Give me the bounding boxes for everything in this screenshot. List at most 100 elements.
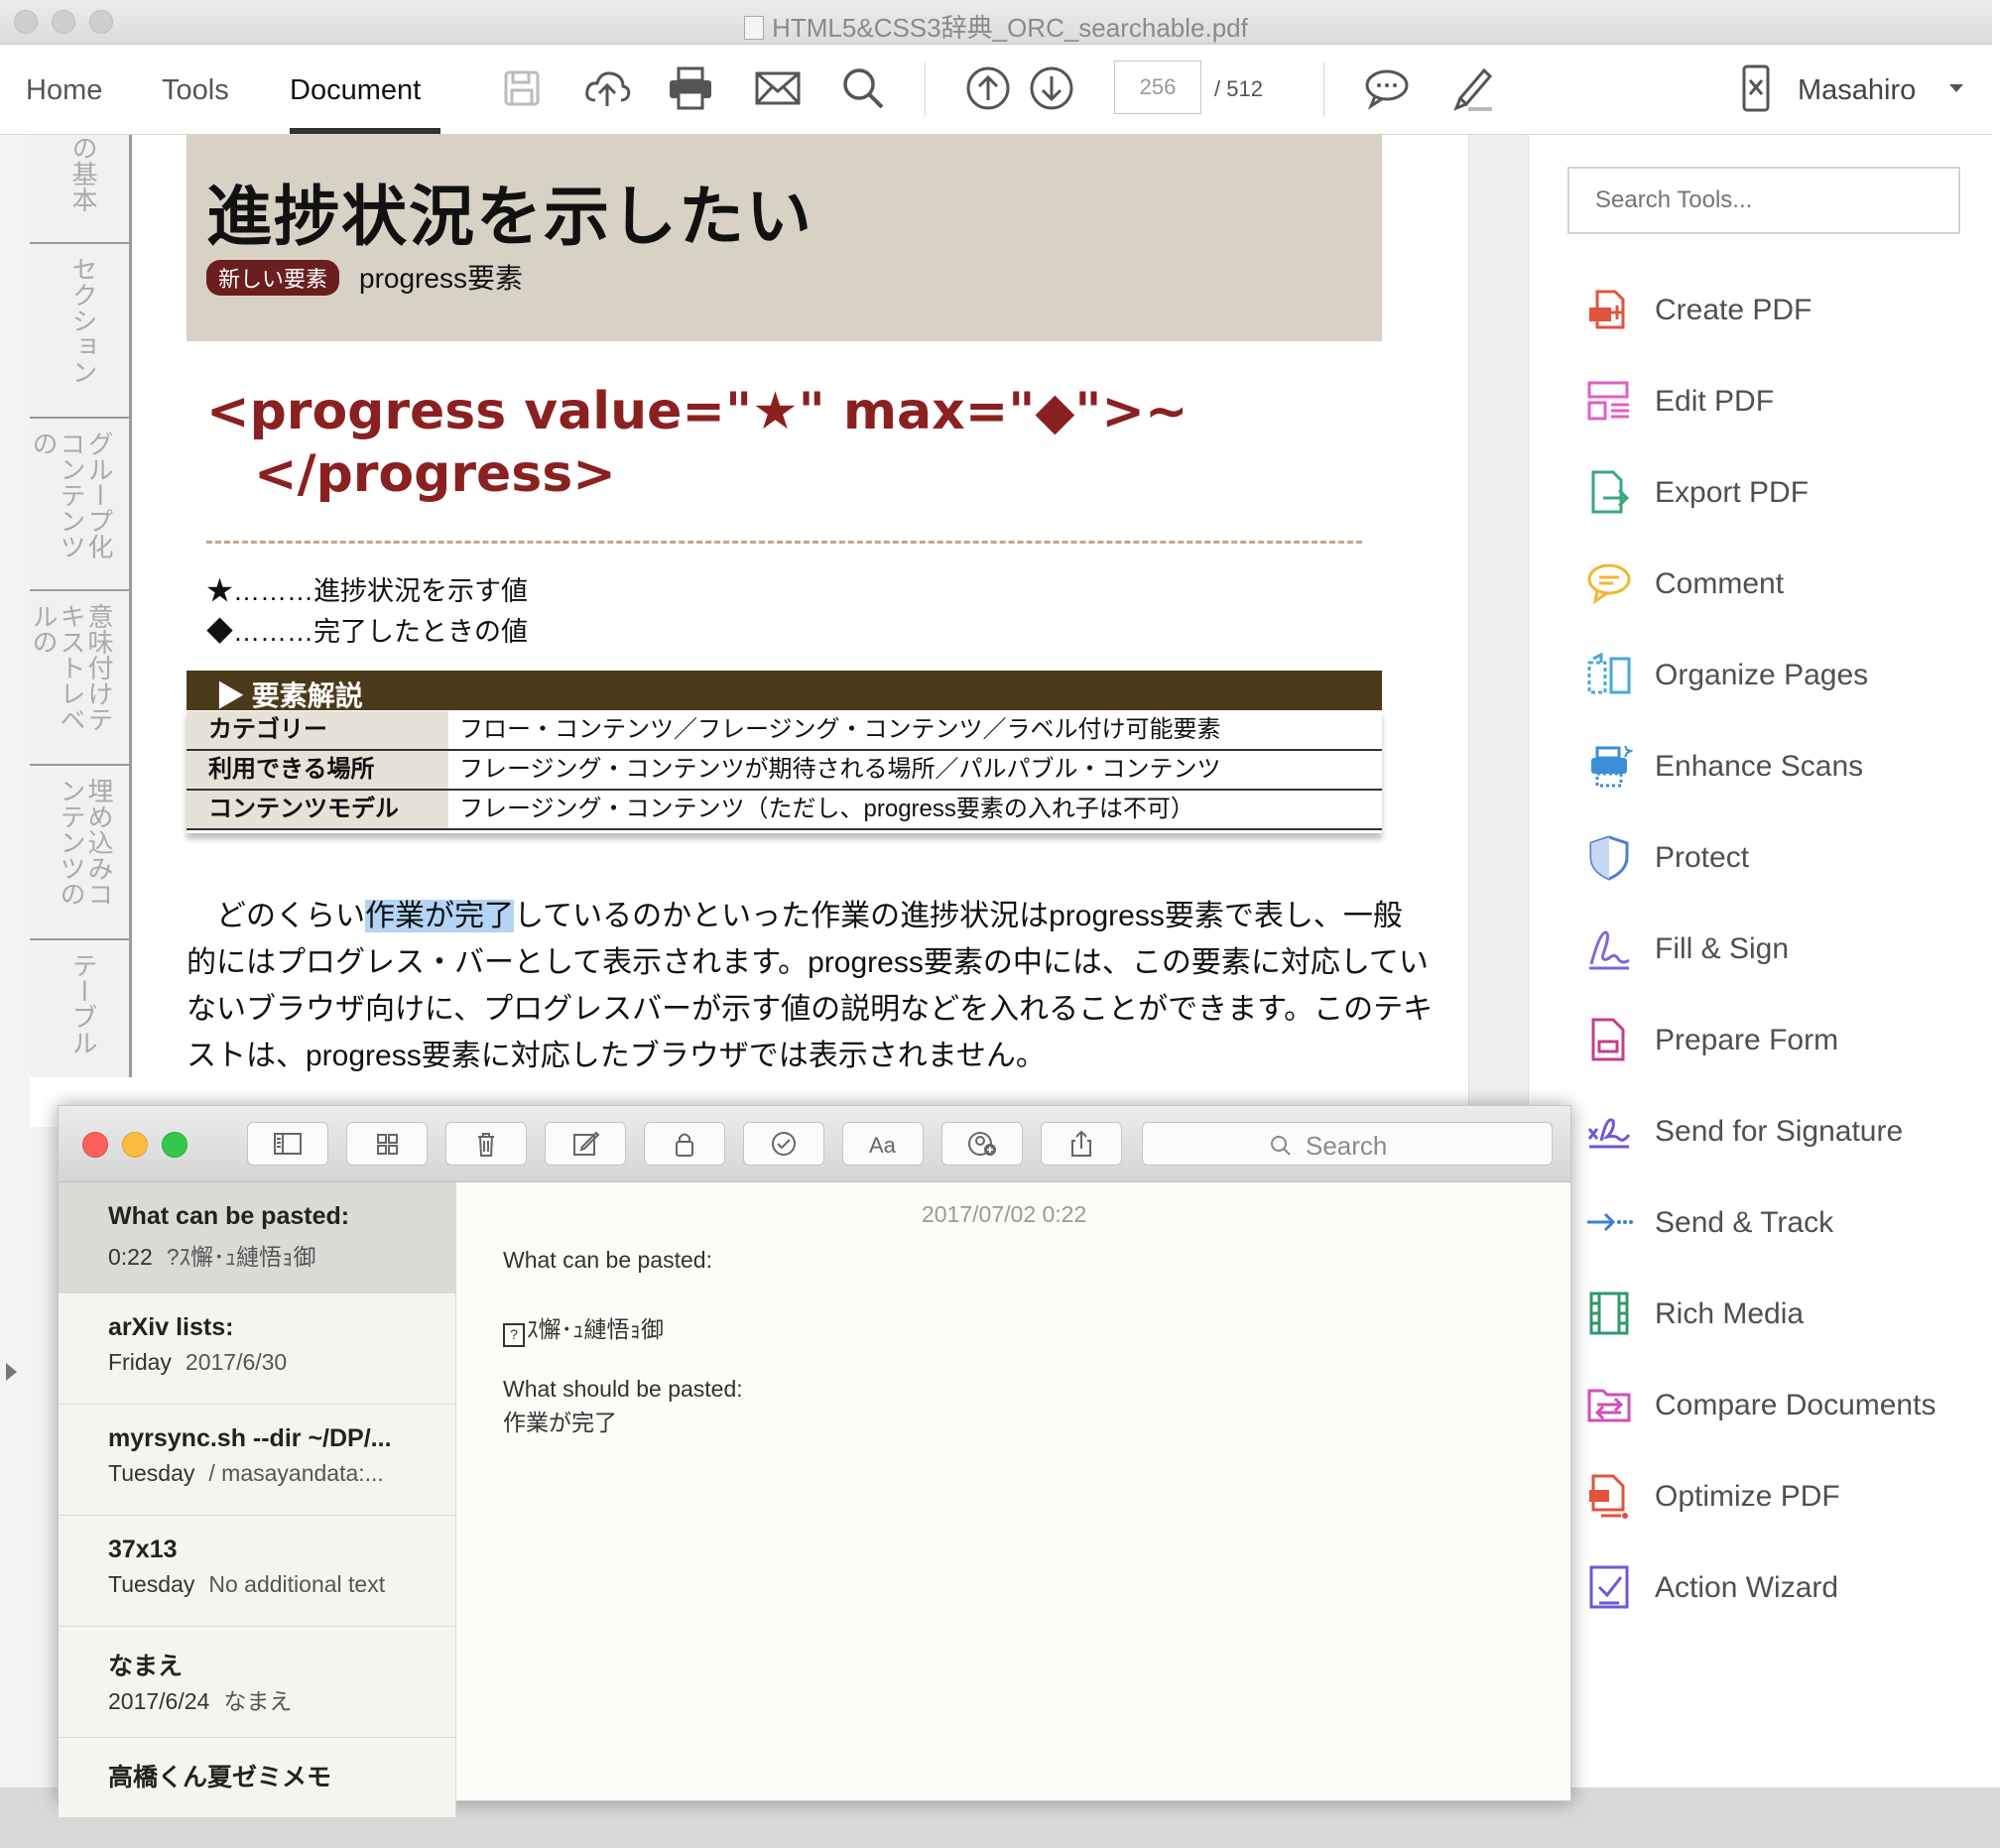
note-list-item[interactable]: なまえ 2017/6/24 なまえ — [59, 1627, 455, 1738]
note-title: 高橋くん夏ゼミメモ — [108, 1764, 332, 1791]
table-value: フレージング・コンテンツ（ただし、progress要素の入れ子は不可） — [459, 796, 1194, 822]
svg-text:Aa: Aa — [869, 1133, 897, 1158]
tool-prepare-form[interactable]: Prepare Form — [1585, 1010, 1982, 1069]
gallery-view-button[interactable] — [346, 1122, 428, 1166]
tab-home[interactable]: Home — [26, 74, 102, 107]
body-text-line[interactable]: ないブラウザ向けに、プログレスバーが示す値の説明などを入れることができます。この… — [187, 984, 1433, 1028]
toolbar-separator — [1323, 62, 1324, 116]
delete-note-button[interactable] — [445, 1122, 527, 1166]
tool-label: Create PDF — [1655, 294, 1812, 326]
tool-protect[interactable]: Protect — [1585, 827, 1982, 887]
title-bar: HTML5&CSS3辞典_ORC_searchable.pdf — [0, 0, 1992, 45]
tool-compare-documents[interactable]: Compare Documents — [1585, 1375, 1982, 1434]
note-subtitle: 0:22 ?ｽ懈･ｭ縺悟ｮ御 — [108, 1238, 316, 1272]
action-wizard-icon — [1589, 1565, 1629, 1609]
comment-icon — [1587, 563, 1631, 605]
add-people-button[interactable] — [941, 1122, 1023, 1166]
page-total: / 512 — [1214, 76, 1263, 101]
table-key: コンテンツモデル — [187, 791, 448, 828]
note-list-item[interactable]: arXiv lists: Friday 2017/6/30 — [59, 1294, 455, 1405]
tool-label: Send & Track — [1655, 1206, 1834, 1239]
body-text-line[interactable]: ストは、progress要素に対応したブラウザでは表示されません。 — [187, 1031, 1046, 1074]
note-body-line[interactable]: What can be pasted: — [503, 1247, 712, 1274]
send-signature-icon — [1587, 1118, 1631, 1149]
edit-pdf-icon — [1587, 381, 1629, 421]
prepare-form-icon — [1591, 1018, 1625, 1061]
legend-star: ★………進捗状況を示す値 — [206, 576, 528, 606]
tool-label: Optimize PDF — [1655, 1480, 1840, 1513]
highlight-pen-icon[interactable] — [1446, 62, 1498, 114]
tool-label: Compare Documents — [1655, 1389, 1937, 1421]
tool-enhance-scans[interactable]: Enhance Scans — [1585, 736, 1982, 796]
upload-cloud-icon[interactable] — [581, 62, 633, 114]
user-menu-chevron-down-icon[interactable] — [1949, 84, 1963, 92]
page-up-icon[interactable] — [962, 62, 1014, 114]
note-list-item[interactable]: myrsync.sh --dir ~/DP/... Tuesday / masay… — [59, 1405, 455, 1516]
page-heading: 進捗状況を示したい — [206, 179, 813, 255]
body-text: どのくらい — [187, 900, 365, 932]
comment-icon[interactable] — [1361, 62, 1413, 114]
search-icon[interactable] — [837, 62, 889, 114]
new-note-button[interactable] — [545, 1122, 626, 1166]
search-tools-input[interactable] — [1567, 167, 1960, 234]
notes-zoom-button[interactable] — [162, 1132, 188, 1158]
expand-panel-triangle-icon[interactable] — [6, 1363, 17, 1381]
note-list-item[interactable]: 高橋くん夏ゼミメモ — [59, 1738, 455, 1848]
toggle-sidebar-button[interactable] — [247, 1122, 328, 1166]
tool-action-wizard[interactable]: Action Wizard — [1585, 1557, 1982, 1617]
side-index-label: 意味付けテキストレベルの — [29, 603, 114, 732]
tool-rich-media[interactable]: Rich Media — [1585, 1284, 1982, 1343]
tool-send-track[interactable]: Send & Track — [1585, 1192, 1982, 1252]
tool-fill-sign[interactable]: Fill & Sign — [1585, 919, 1982, 978]
checklist-button[interactable] — [743, 1122, 824, 1166]
notes-minimize-button[interactable] — [122, 1132, 148, 1158]
tool-create-pdf[interactable]: Create PDF — [1585, 280, 1982, 339]
tab-document[interactable]: Document — [290, 74, 421, 107]
sidebar-icon — [274, 1133, 302, 1155]
note-list-item[interactable]: What can be pasted: 0:22 ?ｽ懈･ｭ縺悟ｮ御 — [59, 1182, 455, 1294]
selected-text[interactable]: 作業が完了 — [365, 900, 514, 932]
note-body-line[interactable]: What should be pasted: — [503, 1376, 743, 1403]
note-list-item[interactable]: 37x13 Tuesday No additional text — [59, 1516, 455, 1627]
lock-note-button[interactable] — [644, 1122, 725, 1166]
search-icon — [1271, 1136, 1291, 1156]
tool-organize-pages[interactable]: Organize Pages — [1585, 645, 1982, 704]
lock-icon — [676, 1133, 693, 1157]
email-icon[interactable] — [752, 62, 804, 114]
share-button[interactable] — [1041, 1122, 1122, 1166]
note-body-line[interactable]: ? ｽ懈･ｭ縺悟ｮ御 — [503, 1310, 664, 1347]
tool-edit-pdf[interactable]: Edit PDF — [1585, 371, 1982, 431]
create-pdf-icon — [1589, 290, 1625, 329]
enhance-scans-icon — [1591, 745, 1633, 788]
notes-search-field[interactable]: Search — [1142, 1122, 1553, 1166]
tool-label: Enhance Scans — [1655, 750, 1864, 783]
element-table-row: 利用できる場所 フレージング・コンテンツが期待される場所／パルパブル・コンテンツ — [187, 751, 1382, 791]
dashed-divider — [206, 541, 1362, 544]
note-body-line[interactable]: 作業が完了 — [503, 1404, 617, 1437]
export-pdf-icon — [1591, 470, 1630, 514]
side-index-tab: グループ化コンテンツの — [29, 417, 129, 591]
organize-pages-icon — [1587, 652, 1631, 694]
tool-send-for-signature[interactable]: Send for Signature — [1585, 1101, 1982, 1161]
tool-optimize-pdf[interactable]: Optimize PDF — [1585, 1466, 1982, 1526]
print-icon[interactable] — [665, 62, 716, 114]
side-index-tab: 意味付けテキストレベルの — [29, 589, 129, 766]
user-name[interactable]: Masahiro — [1798, 74, 1916, 107]
note-preview: 2017/6/30 — [185, 1349, 288, 1375]
mobile-link-icon[interactable] — [1730, 62, 1782, 114]
body-text-line[interactable]: どのくらい作業が完了しているのかといった作業の進捗状況はprogress要素で表… — [187, 891, 1403, 934]
tab-tools[interactable]: Tools — [162, 74, 229, 107]
tool-comment[interactable]: Comment — [1585, 554, 1982, 613]
rich-media-icon — [1589, 1292, 1629, 1335]
save-icon[interactable] — [496, 62, 548, 114]
table-key: カテゴリー — [187, 711, 448, 749]
page-number-input[interactable] — [1114, 61, 1201, 114]
format-text-button[interactable]: Aa — [842, 1122, 924, 1166]
table-value: フレージング・コンテンツが期待される場所／パルパブル・コンテンツ — [459, 756, 1221, 783]
document-scrollbar[interactable] — [1468, 135, 1529, 1107]
notes-close-button[interactable] — [82, 1132, 108, 1158]
tool-export-pdf[interactable]: Export PDF — [1585, 462, 1982, 522]
active-tab-underline — [290, 128, 440, 134]
page-down-icon[interactable] — [1026, 62, 1077, 114]
body-text-line[interactable]: 的にはプログレス・バーとして表示されます。progress要素の中には、この要素… — [187, 937, 1429, 981]
